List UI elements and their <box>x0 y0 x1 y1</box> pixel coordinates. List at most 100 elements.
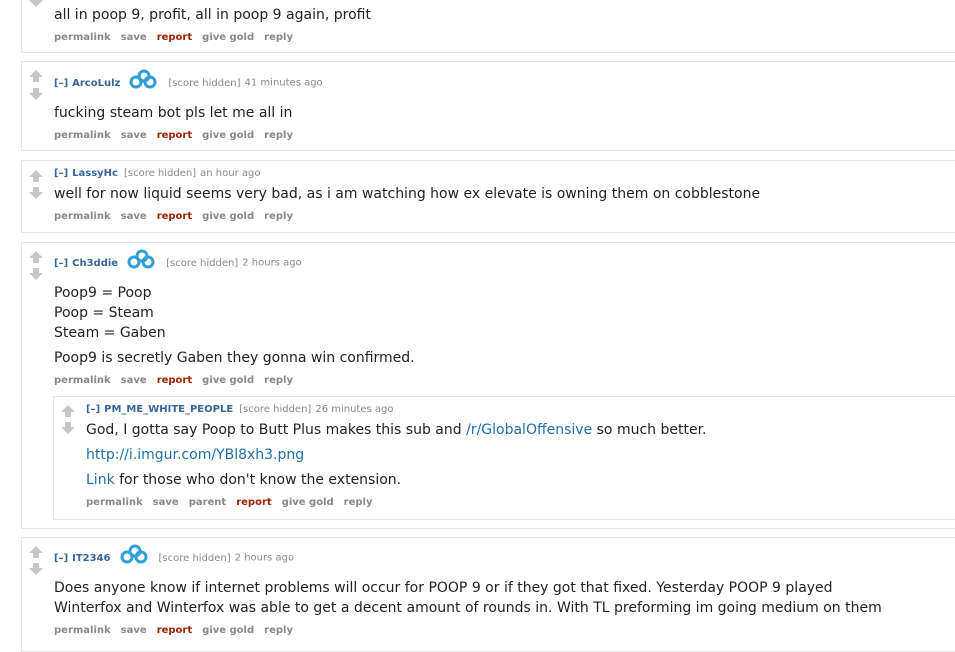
score-hidden: [score hidden] <box>158 552 231 564</box>
comment-buttons: permalink save report give gold reply <box>54 625 303 637</box>
vote-arrows <box>60 405 76 436</box>
downvote-arrow-icon[interactable] <box>28 88 44 102</box>
comment-text-line: http://i.imgur.com/YBl8xh3.png <box>86 445 707 465</box>
cloud9-flair-icon <box>119 544 149 569</box>
comment-text-line: Does anyone know if internet problems wi… <box>54 580 833 596</box>
author-link[interactable]: IT2346 <box>72 553 110 564</box>
reply-button[interactable]: reply <box>264 130 293 141</box>
comment-text: all in poop 9, profit, all in poop 9 aga… <box>54 7 371 23</box>
upvote-arrow-icon[interactable] <box>60 405 76 419</box>
score-hidden: [score hidden] <box>239 404 312 415</box>
permalink-button[interactable]: permalink <box>54 211 111 222</box>
collapse-toggle[interactable]: [–] <box>54 553 68 564</box>
comment-time: an hour ago <box>200 168 261 179</box>
comment-text-line: Link for those who don't know the extens… <box>86 470 707 490</box>
give-gold-button[interactable]: give gold <box>202 375 254 386</box>
author-link[interactable]: ArcoLulz <box>72 78 120 89</box>
comment: [–] IT2346 [score hidden] 2 hours ago Does … <box>21 537 955 652</box>
author-link[interactable]: PM_ME_WHITE_PEOPLE <box>104 404 233 415</box>
save-button[interactable]: save <box>121 130 147 141</box>
comment-tagline: [–] LassyHc [score hidden] an hour ago <box>54 167 260 181</box>
reply-button[interactable]: reply <box>344 497 373 508</box>
comment-text-line: Poop9 = Poop <box>54 285 152 301</box>
permalink-button[interactable]: permalink <box>54 130 111 141</box>
save-button[interactable]: save <box>121 625 147 636</box>
author-link[interactable]: Ch3ddie <box>72 258 118 269</box>
collapse-toggle[interactable]: [–] <box>54 258 68 269</box>
reply-button[interactable]: reply <box>264 32 293 43</box>
comment-text-line: God, I gotta say Poop to Butt Plus makes… <box>86 420 707 440</box>
report-button[interactable]: report <box>157 625 192 636</box>
reply-button[interactable]: reply <box>264 625 293 636</box>
give-gold-button[interactable]: give gold <box>202 211 254 222</box>
comment-body: God, I gotta say Poop to Butt Plus makes… <box>86 420 707 490</box>
save-button[interactable]: save <box>121 375 147 386</box>
reply-button[interactable]: reply <box>264 375 293 386</box>
downvote-arrow-icon[interactable] <box>28 563 44 577</box>
comment-buttons: permalink save report give gold reply <box>54 130 303 142</box>
give-gold-button[interactable]: give gold <box>202 625 254 636</box>
comment-text-line: Poop = Steam <box>54 305 154 321</box>
report-button[interactable]: report <box>236 497 271 508</box>
save-button[interactable]: save <box>153 497 179 508</box>
permalink-button[interactable]: permalink <box>54 375 111 386</box>
score-hidden: [score hidden] <box>166 257 239 269</box>
parent-button[interactable]: parent <box>189 497 227 508</box>
comment-tagline: [–] IT2346 [score hidden] 2 hours ago <box>54 544 295 566</box>
cloud9-flair-icon <box>126 249 156 274</box>
report-button[interactable]: report <box>157 130 192 141</box>
vote-arrows <box>28 0 44 9</box>
report-button[interactable]: report <box>157 375 192 386</box>
comment-text-line: Poop9 is secretly Gaben they gonna win c… <box>54 350 415 366</box>
score-hidden: [score hidden] <box>123 168 197 179</box>
nested-comment: [–] PM_ME_WHITE_PEOPLE [score hidden] 26 mi… <box>53 396 955 520</box>
collapse-toggle[interactable]: [–] <box>54 78 68 89</box>
save-button[interactable]: save <box>121 211 147 222</box>
permalink-button[interactable]: permalink <box>54 32 111 43</box>
collapse-toggle[interactable]: [–] <box>54 168 68 179</box>
upvote-arrow-icon[interactable] <box>28 70 44 84</box>
comment-text: fucking steam bot pls let me all in <box>54 105 293 121</box>
give-gold-button[interactable]: give gold <box>202 130 254 141</box>
downvote-arrow-icon[interactable] <box>28 268 44 282</box>
comment-text: so much better. <box>592 422 707 438</box>
downvote-arrow-icon[interactable] <box>60 422 76 436</box>
comment-time: 26 minutes ago <box>315 404 394 415</box>
permalink-button[interactable]: permalink <box>54 625 111 636</box>
give-gold-button[interactable]: give gold <box>282 497 334 508</box>
collapse-toggle[interactable]: [–] <box>86 404 100 415</box>
comment-buttons: permalink save parent report give gold reply <box>86 497 383 509</box>
upvote-arrow-icon[interactable] <box>28 170 44 184</box>
comment-buttons: permalink save report give gold reply <box>54 375 303 387</box>
score-hidden: [score hidden] <box>168 77 241 89</box>
vote-arrows <box>28 546 44 577</box>
vote-arrows <box>28 70 44 102</box>
downvote-arrow-icon[interactable] <box>28 0 44 9</box>
upvote-arrow-icon[interactable] <box>28 251 44 265</box>
comment-text: for those who don't know the extension. <box>114 472 402 488</box>
comment-buttons: permalink save report give gold reply <box>54 211 303 223</box>
comment: [–] ArcoLulz [score hidden] 41 minutes ago … <box>21 61 955 151</box>
subreddit-link[interactable]: /r/GlobalOffensive <box>466 422 592 438</box>
extension-link[interactable]: Link <box>86 472 115 488</box>
comment-text-line: Steam = Gaben <box>54 325 166 341</box>
cloud9-flair-icon <box>128 69 158 94</box>
comment-text: well for now liquid seems very bad, as i… <box>54 186 761 202</box>
comment-body: well for now liquid seems very bad, as i… <box>54 184 760 204</box>
comment-text-line: Winterfox and Winterfox was able to get … <box>54 600 882 616</box>
image-link[interactable]: http://i.imgur.com/YBl8xh3.png <box>86 447 304 463</box>
comment-time: 2 hours ago <box>234 552 295 564</box>
upvote-arrow-icon[interactable] <box>28 546 44 560</box>
give-gold-button[interactable]: give gold <box>202 32 254 43</box>
report-button[interactable]: report <box>157 32 192 43</box>
permalink-button[interactable]: permalink <box>86 497 143 508</box>
author-link[interactable]: LassyHc <box>72 168 118 179</box>
comment-tagline: [–] Ch3ddie [score hidden] 2 hours ago <box>54 249 302 271</box>
comment-body: Poop9 = Poop Poop = Steam Steam = Gaben … <box>54 283 415 368</box>
comment: all in poop 9, profit, all in poop 9 aga… <box>21 0 955 53</box>
report-button[interactable]: report <box>157 211 192 222</box>
downvote-arrow-icon[interactable] <box>28 187 44 201</box>
save-button[interactable]: save <box>121 32 147 43</box>
vote-arrows <box>28 170 44 201</box>
reply-button[interactable]: reply <box>264 211 293 222</box>
